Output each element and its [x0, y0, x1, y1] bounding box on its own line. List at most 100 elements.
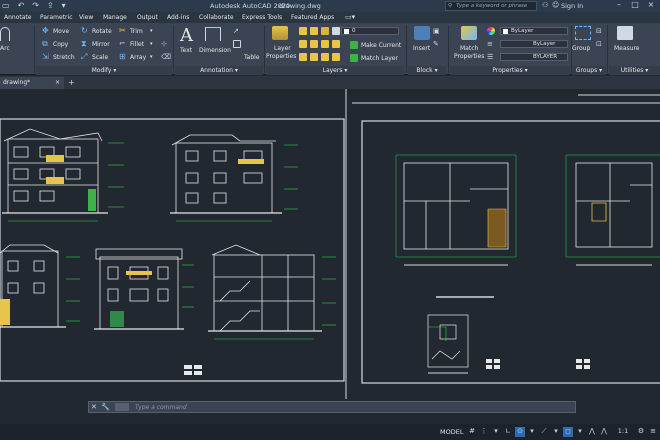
- tab-express-tools[interactable]: Express Tools: [242, 14, 282, 21]
- tab-featured-apps[interactable]: Featured Apps: [291, 14, 334, 21]
- user-icon[interactable]: ☺: [552, 1, 559, 9]
- close-tab-icon[interactable]: ×: [55, 79, 60, 86]
- layer-tool-icon[interactable]: [332, 40, 340, 48]
- block-panel-label[interactable]: Block ▾: [408, 66, 446, 75]
- sign-in-button[interactable]: Sign In: [561, 2, 583, 10]
- recent-commands-dropdown[interactable]: [115, 403, 129, 411]
- stretch-icon[interactable]: ⇲: [42, 53, 50, 61]
- grid-icon[interactable]: #: [467, 427, 477, 437]
- color-wheel-icon[interactable]: [487, 27, 495, 35]
- dropdown-icon[interactable]: ▾: [551, 427, 561, 437]
- scale-button[interactable]: Scale: [92, 54, 108, 61]
- match-properties-icon[interactable]: [461, 26, 477, 40]
- trim-button[interactable]: Trim: [130, 28, 143, 35]
- fillet-button[interactable]: Fillet: [130, 41, 144, 48]
- make-current-icon[interactable]: [350, 41, 358, 49]
- tab-collaborate[interactable]: Collaborate: [199, 14, 234, 21]
- tab-add-ins[interactable]: Add-ins: [167, 14, 189, 21]
- array-icon[interactable]: ⊞: [119, 53, 127, 61]
- expand-ribbon-icon[interactable]: ▭▾: [345, 13, 355, 21]
- annotation-scale-icon[interactable]: ⋀: [599, 427, 609, 437]
- layer-properties-button[interactable]: Layer: [274, 45, 291, 52]
- menu-icon[interactable]: ≡: [648, 427, 658, 437]
- layer-properties-icon[interactable]: [272, 26, 288, 40]
- layer-lock-icon[interactable]: [321, 27, 329, 35]
- create-block-icon[interactable]: ▣: [433, 27, 441, 35]
- dimension-button[interactable]: Dimension: [199, 47, 231, 54]
- layer-tool-icon[interactable]: [310, 53, 318, 61]
- modify-panel-label[interactable]: Modify ▾: [36, 66, 172, 75]
- ungroup-icon[interactable]: ⊟: [596, 27, 604, 35]
- settings-icon[interactable]: ⚙: [636, 427, 646, 437]
- layer-sun-icon[interactable]: [310, 27, 318, 35]
- arc-icon[interactable]: [0, 27, 10, 41]
- share-icon[interactable]: ⇪: [47, 1, 54, 10]
- insert-button[interactable]: Insert: [413, 45, 430, 52]
- measure-icon[interactable]: [617, 26, 633, 40]
- table-icon[interactable]: [233, 40, 241, 48]
- color-dropdown[interactable]: ByLayer: [500, 27, 568, 35]
- trim-dropdown-icon[interactable]: ▾: [150, 28, 153, 34]
- text-icon[interactable]: A: [180, 25, 193, 46]
- command-close-icon[interactable]: ✕: [91, 403, 97, 411]
- dropdown-icon[interactable]: ▾: [491, 427, 501, 437]
- stretch-button[interactable]: Stretch: [53, 54, 75, 61]
- text-button[interactable]: Text: [180, 47, 192, 54]
- more-icon[interactable]: ▾: [62, 1, 66, 10]
- tab-manage[interactable]: Manage: [103, 14, 127, 21]
- linetype-dropdown[interactable]: ByLayer: [500, 40, 568, 48]
- array-dropdown-icon[interactable]: ▾: [150, 54, 153, 60]
- groups-panel-label[interactable]: Groups ▾: [572, 66, 606, 75]
- fillet-icon[interactable]: ⌐: [119, 40, 127, 48]
- file-icon[interactable]: ▭: [2, 1, 10, 10]
- command-settings-icon[interactable]: 🔧: [101, 403, 110, 411]
- linetype-icon[interactable]: ≡: [487, 40, 495, 48]
- utilities-panel-label[interactable]: Utilities ▾: [609, 66, 660, 75]
- array-button[interactable]: Array: [130, 54, 146, 61]
- layer-tool-icon[interactable]: [321, 53, 329, 61]
- redo-icon[interactable]: ↷: [32, 1, 39, 10]
- layer-tool-icon[interactable]: [321, 40, 329, 48]
- match-layer-icon[interactable]: [350, 54, 358, 62]
- rotate-icon[interactable]: ↻: [81, 27, 89, 35]
- command-input[interactable]: Type a command: [135, 404, 187, 411]
- undo-icon[interactable]: ↶: [18, 1, 25, 10]
- explode-icon[interactable]: ⊹: [161, 40, 169, 48]
- scale-value[interactable]: 1:1: [612, 427, 634, 437]
- search-input[interactable]: ⚲ Type a keyword or phrase: [445, 1, 537, 11]
- minimize-button[interactable]: –: [612, 0, 626, 12]
- polar-tracking-icon[interactable]: ⊙: [515, 427, 525, 437]
- isodraft-icon[interactable]: ⟋: [539, 427, 549, 437]
- object-snap-icon[interactable]: ◻: [563, 427, 573, 437]
- tab-view[interactable]: View: [79, 14, 93, 21]
- layer-bulb-icon[interactable]: [299, 27, 307, 35]
- dropdown-icon[interactable]: ▾: [575, 427, 585, 437]
- snap-icon[interactable]: ⋮: [479, 427, 489, 437]
- layers-panel-label[interactable]: Layers ▾: [266, 66, 404, 75]
- layer-tool-icon[interactable]: [310, 40, 318, 48]
- group-button[interactable]: Group: [572, 45, 590, 52]
- layer-tool-icon[interactable]: [299, 40, 307, 48]
- properties-panel-label[interactable]: Properties ▾: [450, 66, 570, 75]
- tab-annotate[interactable]: Annotate: [4, 14, 31, 21]
- match-properties-button[interactable]: Match: [460, 45, 478, 52]
- model-space-button[interactable]: MODEL: [440, 428, 463, 436]
- drawing-canvas[interactable]: [0, 89, 660, 399]
- annotation-visibility-icon[interactable]: ⋀: [587, 427, 597, 437]
- layer-tool-icon[interactable]: [299, 53, 307, 61]
- mirror-icon[interactable]: ⧗: [81, 40, 89, 48]
- copy-icon[interactable]: ⧉: [42, 40, 50, 48]
- layer-color-icon[interactable]: [332, 27, 340, 35]
- erase-icon[interactable]: ⌫: [161, 53, 171, 61]
- tab-drawing[interactable]: drawing* ×: [0, 77, 64, 89]
- tab-output[interactable]: Output: [137, 14, 158, 21]
- group-icon[interactable]: [575, 26, 591, 40]
- make-current-button[interactable]: Make Current: [361, 42, 401, 49]
- command-line[interactable]: ✕ 🔧 Type a command: [88, 401, 576, 413]
- arc-label[interactable]: Arc: [0, 45, 10, 52]
- group-edit-icon[interactable]: ⊡: [596, 40, 604, 48]
- scale-icon[interactable]: ⤢: [81, 53, 89, 61]
- layer-tool-icon[interactable]: [332, 53, 340, 61]
- layer-dropdown[interactable]: 0: [341, 27, 399, 35]
- move-icon[interactable]: ✥: [42, 27, 50, 35]
